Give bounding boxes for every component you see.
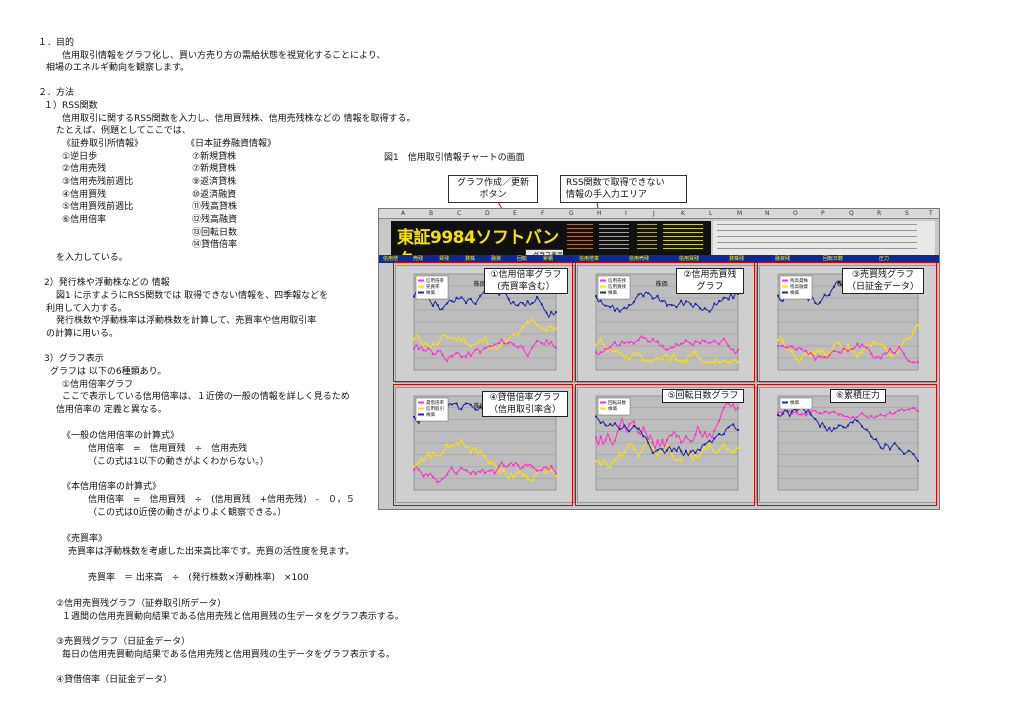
caption-line: (売買率含む） [497, 282, 555, 292]
column-label: I [625, 210, 627, 217]
info-values-block [663, 224, 703, 252]
caption-line: （日証金データ） [846, 282, 919, 292]
manual-input-area[interactable] [713, 221, 935, 255]
caption-line: ⑤回転日数グラフ [667, 391, 739, 401]
column-label: C [457, 210, 462, 217]
caption-line: ④貸借倍率グラフ [489, 393, 561, 403]
column-label: P [821, 210, 825, 217]
panel-caption-5: ⑤回転日数グラフ [662, 389, 744, 403]
column-label: B [429, 210, 434, 217]
column-label: E [513, 210, 517, 217]
caption-line: ⑥累積圧力 [835, 391, 881, 401]
column-label: Q [849, 210, 854, 217]
info-values-block [599, 224, 629, 252]
caption-line: グラフ [696, 282, 724, 292]
panel-caption-1: ①信用倍率グラフ (売買率含む） [484, 268, 568, 294]
column-label: A [401, 210, 406, 217]
column-label: K [681, 210, 685, 217]
caption-line: ①信用倍率グラフ [490, 270, 562, 280]
info-labels-block [567, 224, 593, 252]
stock-banner: 東証9984ソフトバンク グラフ表示 [391, 221, 571, 270]
column-label: L [709, 210, 713, 217]
column-label: R [877, 210, 882, 217]
panel-caption-4: ④貸借倍率グラフ （信用取引率含） [482, 391, 568, 417]
column-label: M [737, 210, 743, 217]
panel-caption-6: ⑥累積圧力 [830, 389, 886, 403]
info-table [563, 221, 711, 255]
column-label: T [929, 210, 933, 217]
column-label: S [905, 210, 909, 217]
panel-caption-2: ②信用売買残 グラフ [676, 268, 744, 294]
column-label: N [765, 210, 770, 217]
column-label: G [569, 210, 574, 217]
column-label: D [485, 210, 490, 217]
column-header-row: A B C D E F G H I J K L M N O P Q R S T [379, 209, 939, 219]
caption-line: ③売買残グラフ [851, 270, 915, 280]
manual-input-rows [717, 224, 917, 252]
column-label: F [541, 210, 545, 217]
caption-line: （信用取引率含） [488, 405, 561, 415]
panel-caption-3: ③売買残グラフ （日証金データ） [842, 268, 924, 294]
caption-line: ②信用売買残 [683, 270, 737, 280]
column-label: O [793, 210, 798, 217]
info-labels-block [637, 224, 657, 252]
column-label: J [653, 210, 655, 217]
column-label: H [597, 210, 602, 217]
